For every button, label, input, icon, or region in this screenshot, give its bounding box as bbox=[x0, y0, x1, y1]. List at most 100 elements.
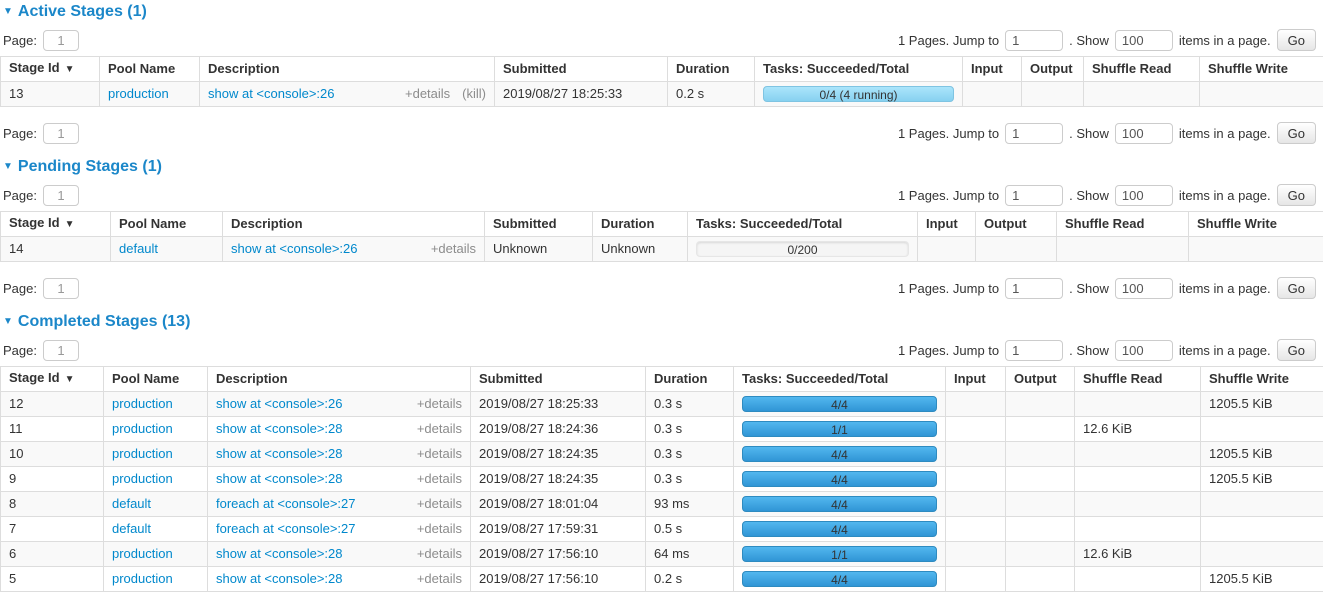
column-header-duration[interactable]: Duration bbox=[646, 367, 734, 392]
column-header-input[interactable]: Input bbox=[963, 57, 1022, 82]
stage-description-link[interactable]: show at <console>:26 bbox=[208, 87, 334, 101]
stage-id-cell: 5 bbox=[1, 567, 104, 592]
pool-name-link[interactable]: production bbox=[112, 446, 173, 461]
description-actions: +details bbox=[417, 497, 462, 511]
jump-to-input[interactable] bbox=[1005, 278, 1063, 299]
pool-name-link[interactable]: production bbox=[108, 86, 169, 101]
column-header-shuffle-read[interactable]: Shuffle Read bbox=[1075, 367, 1201, 392]
section-title-active[interactable]: ▼Active Stages (1) bbox=[3, 3, 1323, 20]
section-title-pending[interactable]: ▼Pending Stages (1) bbox=[3, 158, 1323, 175]
column-header-submitted[interactable]: Submitted bbox=[495, 57, 668, 82]
stage-description-link[interactable]: show at <console>:28 bbox=[216, 447, 342, 461]
pool-name-link[interactable]: production bbox=[112, 571, 173, 586]
stage-description-link[interactable]: foreach at <console>:27 bbox=[216, 497, 356, 511]
pool-name-link[interactable]: production bbox=[112, 396, 173, 411]
output-cell bbox=[1006, 567, 1075, 592]
column-header-pool-name[interactable]: Pool Name bbox=[100, 57, 200, 82]
column-header-duration[interactable]: Duration bbox=[593, 212, 688, 237]
pool-name-link[interactable]: default bbox=[112, 496, 151, 511]
stage-description-link[interactable]: show at <console>:26 bbox=[231, 242, 357, 256]
column-header-output[interactable]: Output bbox=[1006, 367, 1075, 392]
column-header-description[interactable]: Description bbox=[200, 57, 495, 82]
kill-stage-link[interactable]: (kill) bbox=[462, 87, 486, 101]
description-cell: show at <console>:28 +details bbox=[208, 417, 471, 442]
stage-description-link[interactable]: show at <console>:28 bbox=[216, 422, 342, 436]
page-input[interactable] bbox=[43, 340, 79, 361]
column-header-stage-id[interactable]: Stage Id▼ bbox=[1, 212, 111, 237]
input-cell bbox=[946, 542, 1006, 567]
column-header-shuffle-write[interactable]: Shuffle Write bbox=[1201, 367, 1323, 392]
stage-description-link[interactable]: show at <console>:28 bbox=[216, 572, 342, 586]
column-header-duration[interactable]: Duration bbox=[668, 57, 755, 82]
column-header-tasks-succeeded-total[interactable]: Tasks: Succeeded/Total bbox=[734, 367, 946, 392]
column-header-shuffle-write[interactable]: Shuffle Write bbox=[1200, 57, 1323, 82]
details-toggle-link[interactable]: +details bbox=[417, 422, 462, 436]
column-header-shuffle-write[interactable]: Shuffle Write bbox=[1189, 212, 1323, 237]
pool-name-link[interactable]: default bbox=[112, 521, 151, 536]
column-header-submitted[interactable]: Submitted bbox=[471, 367, 646, 392]
column-header-shuffle-read[interactable]: Shuffle Read bbox=[1084, 57, 1200, 82]
details-toggle-link[interactable]: +details bbox=[431, 242, 476, 256]
pool-name-link[interactable]: production bbox=[112, 546, 173, 561]
column-header-label: Shuffle Write bbox=[1209, 371, 1289, 386]
column-header-stage-id[interactable]: Stage Id▼ bbox=[1, 57, 100, 82]
stage-description-link[interactable]: foreach at <console>:27 bbox=[216, 522, 356, 536]
column-header-description[interactable]: Description bbox=[223, 212, 485, 237]
column-header-input[interactable]: Input bbox=[918, 212, 976, 237]
details-toggle-link[interactable]: +details bbox=[417, 572, 462, 586]
stage-row: 14defaultshow at <console>:26+detailsUnk… bbox=[1, 237, 1323, 262]
pool-name-link[interactable]: production bbox=[112, 471, 173, 486]
pagination-row-pending-top: Page:1 Pages. Jump to. Showitems in a pa… bbox=[0, 184, 1323, 206]
stage-id-cell: 9 bbox=[1, 467, 104, 492]
stage-description-link[interactable]: show at <console>:28 bbox=[216, 547, 342, 561]
page-input[interactable] bbox=[43, 30, 79, 51]
column-header-label: Output bbox=[1014, 371, 1057, 386]
details-toggle-link[interactable]: +details bbox=[417, 447, 462, 461]
column-header-shuffle-read[interactable]: Shuffle Read bbox=[1057, 212, 1189, 237]
details-toggle-link[interactable]: +details bbox=[417, 497, 462, 511]
pager-left: Page: bbox=[3, 123, 79, 144]
details-toggle-link[interactable]: +details bbox=[417, 397, 462, 411]
pool-name-link[interactable]: default bbox=[119, 241, 158, 256]
go-button[interactable]: Go bbox=[1277, 184, 1316, 206]
section-title-completed[interactable]: ▼Completed Stages (13) bbox=[3, 313, 1323, 330]
description-wrap: show at <console>:26 +details bbox=[216, 397, 462, 411]
stage-description-link[interactable]: show at <console>:26 bbox=[216, 397, 342, 411]
submitted-cell: Unknown bbox=[485, 237, 593, 262]
column-header-input[interactable]: Input bbox=[946, 367, 1006, 392]
show-count-input[interactable] bbox=[1115, 30, 1173, 51]
column-header-stage-id[interactable]: Stage Id▼ bbox=[1, 367, 104, 392]
show-count-input[interactable] bbox=[1115, 123, 1173, 144]
details-toggle-link[interactable]: +details bbox=[417, 522, 462, 536]
go-button[interactable]: Go bbox=[1277, 122, 1316, 144]
column-header-pool-name[interactable]: Pool Name bbox=[111, 212, 223, 237]
column-header-description[interactable]: Description bbox=[208, 367, 471, 392]
column-header-tasks-succeeded-total[interactable]: Tasks: Succeeded/Total bbox=[755, 57, 963, 82]
go-button[interactable]: Go bbox=[1277, 277, 1316, 299]
show-count-input[interactable] bbox=[1115, 278, 1173, 299]
section-title-label: Pending Stages (1) bbox=[18, 158, 162, 175]
column-header-pool-name[interactable]: Pool Name bbox=[104, 367, 208, 392]
column-header-output[interactable]: Output bbox=[976, 212, 1057, 237]
go-button[interactable]: Go bbox=[1277, 339, 1316, 361]
details-toggle-link[interactable]: +details bbox=[417, 547, 462, 561]
pool-name-link[interactable]: production bbox=[112, 421, 173, 436]
column-header-output[interactable]: Output bbox=[1022, 57, 1084, 82]
page-input[interactable] bbox=[43, 123, 79, 144]
show-count-input[interactable] bbox=[1115, 340, 1173, 361]
jump-to-input[interactable] bbox=[1005, 185, 1063, 206]
page-input[interactable] bbox=[43, 278, 79, 299]
go-button[interactable]: Go bbox=[1277, 29, 1316, 51]
stage-description-link[interactable]: show at <console>:28 bbox=[216, 472, 342, 486]
jump-to-input[interactable] bbox=[1005, 30, 1063, 51]
column-header-submitted[interactable]: Submitted bbox=[485, 212, 593, 237]
duration-cell: Unknown bbox=[593, 237, 688, 262]
show-count-input[interactable] bbox=[1115, 185, 1173, 206]
details-toggle-link[interactable]: +details bbox=[417, 472, 462, 486]
column-header-tasks-succeeded-total[interactable]: Tasks: Succeeded/Total bbox=[688, 212, 918, 237]
jump-to-input[interactable] bbox=[1005, 123, 1063, 144]
pager-right: 1 Pages. Jump to. Showitems in a page.Go bbox=[898, 29, 1316, 51]
page-input[interactable] bbox=[43, 185, 79, 206]
details-toggle-link[interactable]: +details bbox=[405, 87, 450, 101]
jump-to-input[interactable] bbox=[1005, 340, 1063, 361]
